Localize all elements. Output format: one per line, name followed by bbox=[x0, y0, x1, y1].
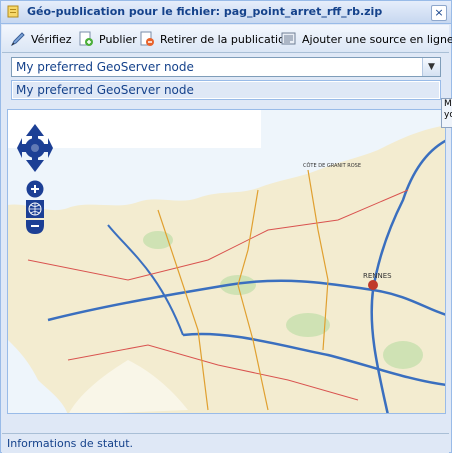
publish-icon bbox=[78, 31, 94, 47]
map-label-rennes: RENNES bbox=[363, 272, 392, 280]
dropdown-option[interactable]: My preferred GeoServer node bbox=[13, 82, 439, 98]
pan-control[interactable] bbox=[16, 122, 54, 174]
zoom-in-button[interactable] bbox=[26, 180, 44, 198]
map-image: RENNES CÔTE DE GRANIT ROSE bbox=[8, 110, 445, 413]
status-bar: Informations de statut. bbox=[2, 433, 449, 453]
geoserver-node-value: My preferred GeoServer node bbox=[16, 60, 194, 74]
zoom-in-icon bbox=[26, 180, 44, 198]
unpublish-icon bbox=[139, 31, 155, 47]
file-icon bbox=[7, 5, 19, 18]
add-source-label: Ajouter une source en ligne. bbox=[302, 32, 452, 46]
pan-icon bbox=[17, 124, 53, 172]
unpublish-label: Retirer de la publication bbox=[160, 32, 292, 46]
status-text: Informations de statut. bbox=[7, 437, 134, 450]
verify-label: Vérifiez bbox=[31, 32, 72, 46]
chevron-down-icon[interactable]: ▼ bbox=[422, 58, 440, 76]
close-button[interactable]: × bbox=[431, 5, 447, 21]
title-bar[interactable]: Géo-publication pour le fichier: pag_poi… bbox=[1, 1, 451, 24]
geopublication-window: Géo-publication pour le fichier: pag_poi… bbox=[0, 0, 452, 453]
unpublish-button[interactable]: Retirer de la publication bbox=[139, 30, 292, 48]
zoom-world-button[interactable] bbox=[26, 200, 44, 218]
verify-button[interactable]: Vérifiez bbox=[10, 30, 72, 48]
publish-button[interactable]: Publier bbox=[78, 30, 137, 48]
zoom-out-button[interactable] bbox=[26, 220, 44, 234]
geoserver-node-dropdown: My preferred GeoServer node bbox=[11, 80, 441, 100]
close-icon: × bbox=[434, 6, 444, 19]
map-panel[interactable]: RENNES CÔTE DE GRANIT ROSE bbox=[7, 109, 446, 414]
zoom-world-icon bbox=[26, 200, 44, 218]
zoom-out-icon bbox=[26, 220, 44, 234]
add-source-icon bbox=[281, 31, 297, 47]
toolbar: Vérifiez Publier Retirer de la publicati… bbox=[2, 25, 452, 53]
map-label-coast: CÔTE DE GRANIT ROSE bbox=[303, 162, 361, 169]
pen-icon bbox=[10, 31, 26, 47]
window-title: Géo-publication pour le fichier: pag_poi… bbox=[27, 5, 383, 18]
publish-label: Publier bbox=[99, 32, 137, 46]
geoserver-node-combo[interactable]: My preferred GeoServer node ▼ bbox=[11, 57, 441, 77]
add-source-button[interactable]: Ajouter une source en ligne. bbox=[281, 30, 452, 48]
tooltip: M yo bbox=[441, 98, 452, 128]
